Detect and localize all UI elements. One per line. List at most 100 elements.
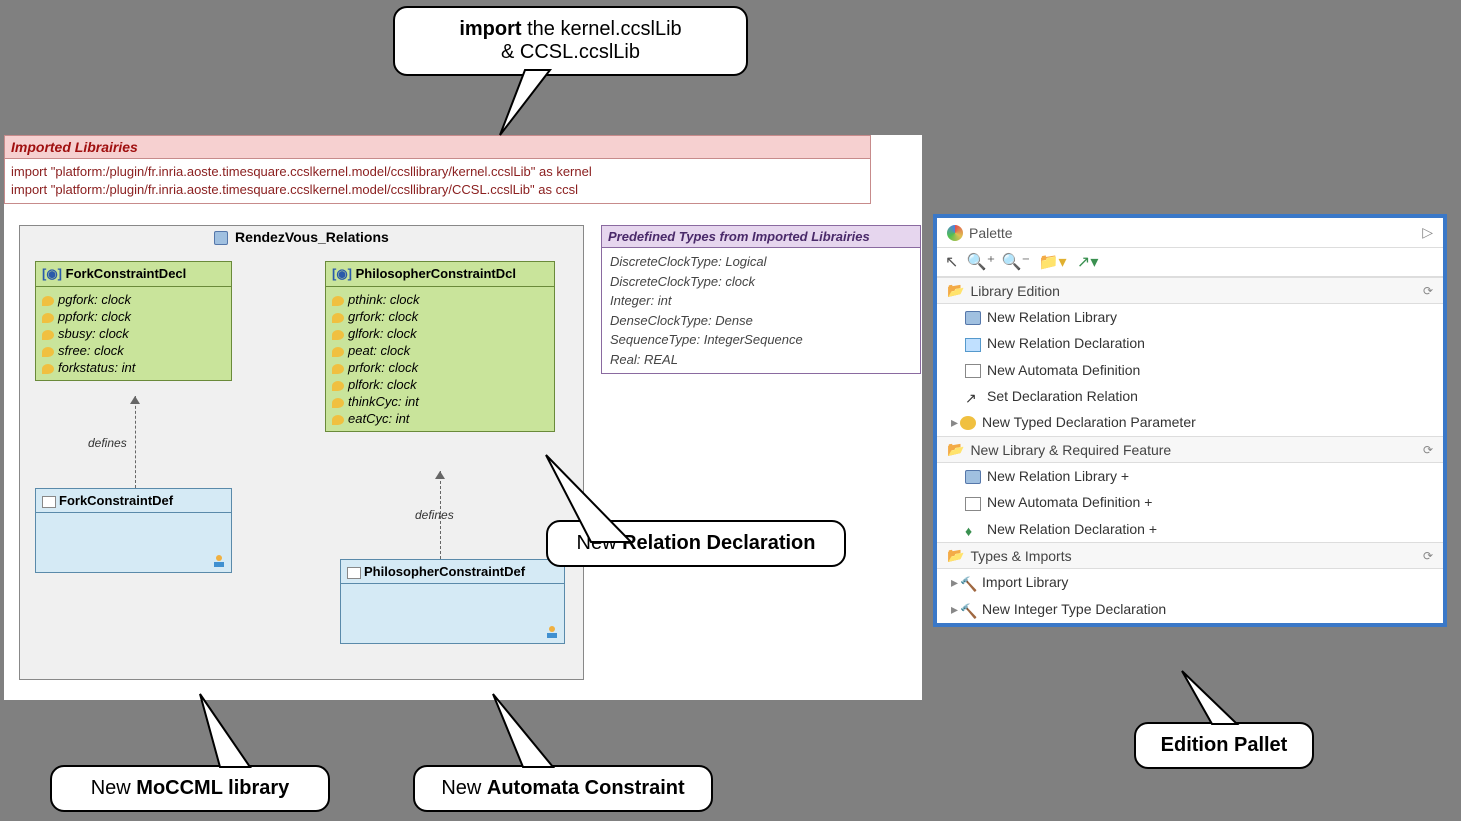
palette-item-new-relation-library[interactable]: New Relation Library — [937, 304, 1443, 330]
defines-label: defines — [88, 436, 127, 450]
hammer-icon: 🔨 — [960, 603, 976, 617]
param-icon — [42, 313, 54, 323]
export-icon[interactable]: ↗▾ — [1077, 254, 1098, 271]
decl-body: pgfork: clock ppfork: clock sbusy: clock… — [36, 287, 231, 380]
automata-icon — [347, 567, 361, 579]
palette-panel: Palette ▷ ↖ 🔍⁺ 🔍⁻ 📁▾ ↗▾ 📂 Library Editio… — [933, 214, 1447, 627]
library-icon — [965, 470, 981, 484]
param-icon — [42, 347, 54, 357]
callout-tail — [495, 70, 555, 140]
palette-section-types-imports[interactable]: 📂 Types & Imports ⟳ — [937, 542, 1443, 569]
palette-item-set-declaration-relation[interactable]: ↗Set Declaration Relation — [937, 383, 1443, 409]
param-icon — [332, 296, 344, 306]
fork-constraint-decl[interactable]: [◉] ForkConstraintDecl pgfork: clock ppf… — [35, 261, 232, 381]
callout-tail — [541, 450, 661, 545]
imported-libraries-body: import "platform:/plugin/fr.inria.aoste.… — [5, 159, 870, 203]
folder-open-icon: 📂 — [947, 441, 964, 458]
type-item: DenseClockType: Dense — [610, 311, 912, 331]
library-container[interactable]: RendezVous_Relations [◉] ForkConstraintD… — [19, 225, 584, 680]
imported-libraries-title: Imported Librairies — [5, 136, 870, 159]
palette-item-new-typed-declaration-parameter[interactable]: ▸New Typed Declaration Parameter — [937, 409, 1443, 436]
palette-title-bar: Palette ▷ — [937, 218, 1443, 247]
refresh-icon[interactable]: ⟳ — [1423, 443, 1433, 457]
relation-icon: ↗ — [965, 390, 981, 404]
decl-header: [◉] PhilosopherConstraintDcl — [326, 262, 554, 287]
library-title: RendezVous_Relations — [20, 226, 583, 248]
types-title: Predefined Types from Imported Librairie… — [602, 226, 920, 248]
type-item: DiscreteClockType: clock — [610, 272, 912, 292]
hammer-icon: 🔨 — [960, 576, 976, 590]
automata-icon — [965, 497, 981, 511]
def-header: PhilosopherConstraintDef — [341, 560, 564, 584]
palette-item-import-library[interactable]: ▸🔨Import Library — [937, 569, 1443, 596]
param-icon — [332, 313, 344, 323]
folder-icon[interactable]: 📁▾ — [1039, 254, 1067, 271]
palette-item-new-relation-declaration-plus[interactable]: ♦New Relation Declaration + — [937, 516, 1443, 542]
param-icon — [960, 416, 976, 430]
declaration-icon — [965, 338, 981, 352]
param-icon — [42, 296, 54, 306]
param-icon — [42, 364, 54, 374]
types-body: DiscreteClockType: Logical DiscreteClock… — [602, 248, 920, 373]
param-icon — [332, 415, 344, 425]
plus-icon: ♦ — [965, 523, 981, 537]
library-icon — [214, 231, 228, 245]
callout-edition-pallet: Edition Pallet — [1134, 722, 1314, 769]
param-icon — [332, 347, 344, 357]
callout-tail — [1177, 666, 1247, 726]
collapse-icon[interactable]: ▷ — [1422, 224, 1433, 241]
callout-automata-constraint: New Automata Constraint — [413, 765, 713, 812]
param-icon — [332, 381, 344, 391]
philosopher-constraint-def[interactable]: PhilosopherConstraintDef — [340, 559, 565, 644]
def-header: ForkConstraintDef — [36, 489, 231, 513]
library-title-text: RendezVous_Relations — [235, 229, 389, 245]
automata-icon — [965, 364, 981, 378]
person-icon — [544, 625, 560, 639]
decl-header: [◉] ForkConstraintDecl — [36, 262, 231, 287]
param-icon — [332, 364, 344, 374]
callout-tail — [195, 689, 265, 769]
arrowhead-icon — [435, 471, 445, 479]
decl-body: pthink: clock grfork: clock glfork: cloc… — [326, 287, 554, 431]
palette-section-required-feature[interactable]: 📂 New Library & Required Feature ⟳ — [937, 436, 1443, 463]
philosopher-constraint-decl[interactable]: [◉] PhilosopherConstraintDcl pthink: clo… — [325, 261, 555, 432]
param-icon — [332, 330, 344, 340]
palette-item-new-relation-library-plus[interactable]: New Relation Library + — [937, 463, 1443, 489]
palette-title-text: Palette — [969, 225, 1013, 241]
diagram-canvas: Imported Librairies import "platform:/pl… — [4, 135, 922, 700]
folder-open-icon: 📂 — [947, 547, 964, 564]
imported-libraries-panel: Imported Librairies import "platform:/pl… — [4, 135, 871, 204]
automata-icon — [42, 496, 56, 508]
callout-import: import the kernel.ccslLib & CCSL.ccslLib — [393, 6, 748, 76]
palette-item-new-automata-definition[interactable]: New Automata Definition — [937, 357, 1443, 383]
callout-tail — [488, 689, 568, 769]
type-item: Integer: int — [610, 291, 912, 311]
person-icon — [211, 554, 227, 568]
fork-constraint-def[interactable]: ForkConstraintDef — [35, 488, 232, 573]
cursor-icon[interactable]: ↖ — [945, 254, 958, 271]
folder-open-icon: 📂 — [947, 282, 964, 299]
palette-item-new-automata-definition-plus[interactable]: New Automata Definition + — [937, 489, 1443, 515]
import-line-1: import "platform:/plugin/fr.inria.aoste.… — [11, 163, 864, 181]
palette-toolbar: ↖ 🔍⁺ 🔍⁻ 📁▾ ↗▾ — [937, 247, 1443, 277]
type-item: DiscreteClockType: Logical — [610, 252, 912, 272]
defines-edge — [135, 396, 136, 488]
param-icon — [42, 330, 54, 340]
palette-item-new-integer-type-declaration[interactable]: ▸🔨New Integer Type Declaration — [937, 596, 1443, 623]
refresh-icon[interactable]: ⟳ — [1423, 284, 1433, 298]
refresh-icon[interactable]: ⟳ — [1423, 549, 1433, 563]
palette-icon — [947, 225, 963, 241]
arrowhead-icon — [130, 396, 140, 404]
defines-label: defines — [415, 508, 454, 522]
palette-item-new-relation-declaration[interactable]: New Relation Declaration — [937, 330, 1443, 356]
zoom-in-icon[interactable]: 🔍⁺ — [967, 254, 995, 271]
zoom-out-icon[interactable]: 🔍⁻ — [1002, 254, 1030, 271]
param-icon — [332, 398, 344, 408]
callout-moccml-library: New MoCCML library — [50, 765, 330, 812]
import-line-2: import "platform:/plugin/fr.inria.aoste.… — [11, 181, 864, 199]
palette-section-library-edition[interactable]: 📂 Library Edition ⟳ — [937, 277, 1443, 304]
library-icon — [965, 311, 981, 325]
type-item: Real: REAL — [610, 350, 912, 370]
predefined-types-panel: Predefined Types from Imported Librairie… — [601, 225, 921, 374]
type-item: SequenceType: IntegerSequence — [610, 330, 912, 350]
